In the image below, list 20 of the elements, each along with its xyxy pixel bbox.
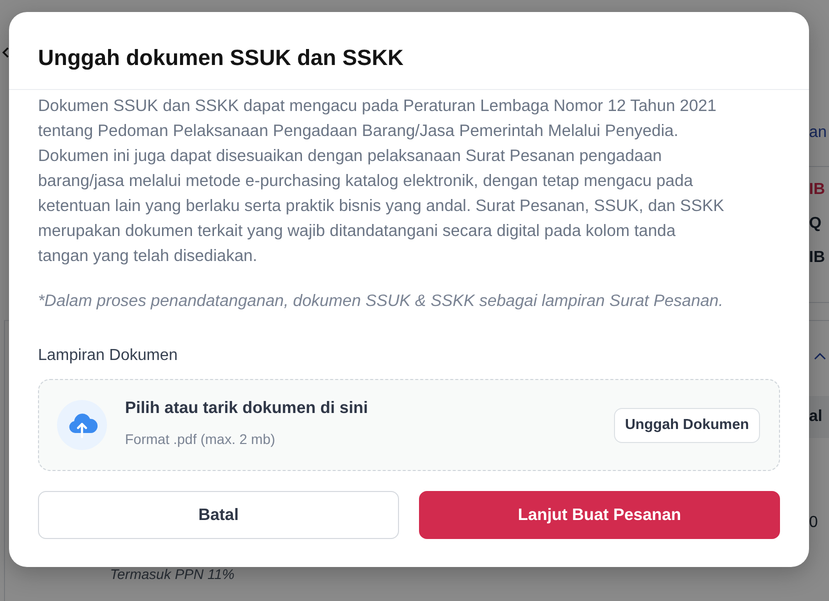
attachment-label: Lampiran Dokumen (38, 346, 179, 366)
dropzone-title: Pilih atau tarik dokumen di sini (125, 398, 368, 418)
upload-dropzone[interactable]: Pilih atau tarik dokumen di sini Format .pdf (max. 2 mb) Unggah Dokumen (38, 379, 780, 471)
chevron-left-icon[interactable] (2, 47, 9, 58)
cancel-button[interactable]: Batal (38, 491, 399, 539)
link-text[interactable]: an (809, 122, 827, 144)
code-text: IB (809, 248, 825, 268)
amount-text: 0 (809, 513, 818, 533)
price-note: Termasuk PPN 11% (110, 566, 234, 582)
description-text: Dokumen SSUK dan SSKK dapat mengacu pada Peraturan Lembaga Nomor 12 Tahun 2021 tentang Pedoman Pelaksanaan Pengadaan Barang/Jasa Pemerintah Melalui Penyedia. Dokumen ini juga dapat disesuaikan dengan pelaksanaan Surat Pesanan pengadaan barang/jasa melalui metode e-purchasing katalog elektronik, dengan tetap mengacu pada ketentuan lain yang berlaku serta praktik bisnis yang andal. Surat Pesanan, SSUK, dan SSKK merupakan dokumen terkait yang wajib ditandatangani secara digital pada kolom tanda tangan yang telah disediakan. (38, 96, 726, 267)
modal-title: Unggah dokumen SSUK dan SSKK (38, 44, 404, 72)
dropzone-hint: Format .pdf (max. 2 mb) (125, 430, 276, 448)
code-text: IB (809, 180, 825, 200)
upload-button[interactable]: Unggah Dokumen (614, 408, 760, 442)
chevron-up-icon[interactable] (814, 352, 826, 360)
note-text: *Dalam proses penandatanganan, dokumen SSUK & SSKK sebagai lampiran Surat Pesanan. (38, 291, 724, 312)
column-header: al (809, 396, 829, 438)
cloud-upload-icon (57, 400, 107, 450)
code-text: Q (809, 214, 822, 234)
continue-button[interactable]: Lanjut Buat Pesanan (419, 491, 780, 539)
